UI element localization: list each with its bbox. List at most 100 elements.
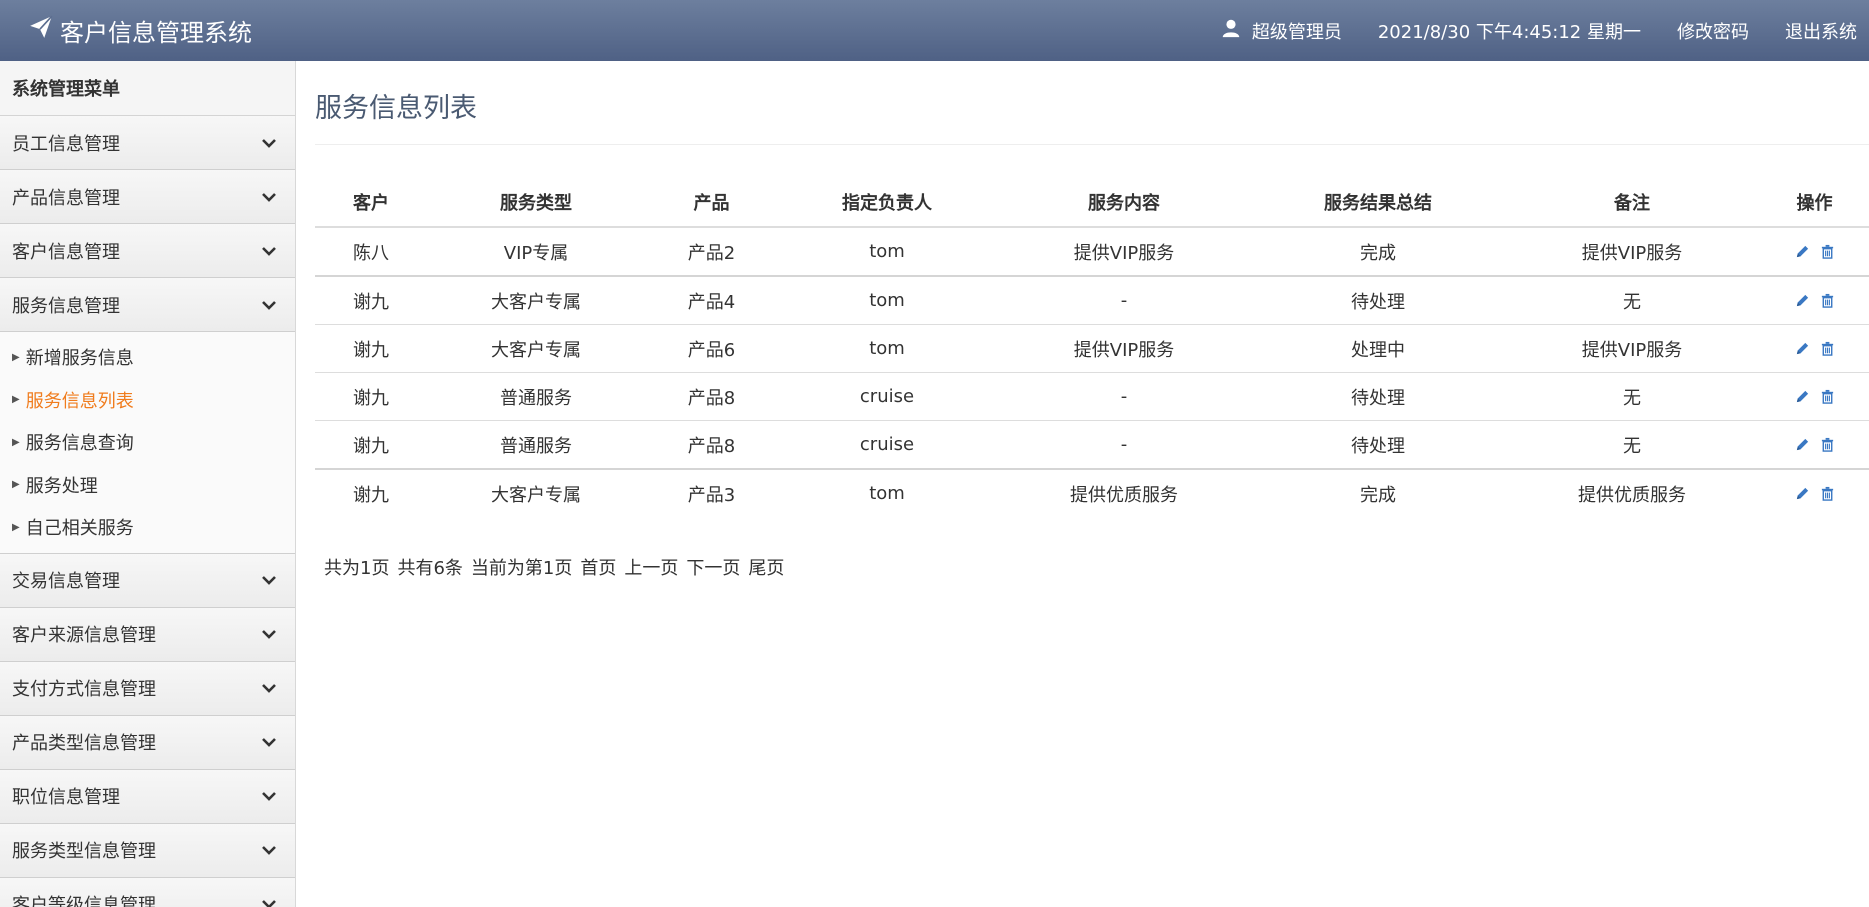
table-row: 陈八 VIP专属 产品2 tom 提供VIP服务 完成 提供VIP服务: [315, 227, 1869, 277]
table-cell: 陈八: [315, 227, 427, 277]
table-cell: tom: [778, 324, 996, 373]
chevron-down-icon: [261, 680, 277, 696]
menu-customer[interactable]: 客户信息管理: [0, 224, 295, 278]
chevron-down-icon: [261, 788, 277, 804]
menu-customer-level[interactable]: 客户等级信息管理: [0, 877, 295, 907]
trash-icon[interactable]: [1820, 389, 1835, 404]
submenu-service-handle[interactable]: ▶ 服务处理: [0, 464, 295, 507]
pager-next-link[interactable]: 下一页: [686, 554, 740, 580]
table-row: 谢九 普通服务 产品8 cruise - 待处理 无: [315, 420, 1869, 470]
menu-product-type[interactable]: 产品类型信息管理: [0, 715, 295, 770]
column-header: 备注: [1504, 178, 1760, 228]
menu-label: 职位信息管理: [12, 787, 120, 808]
pencil-icon[interactable]: [1795, 244, 1810, 259]
pagination: 共为1页 共有6条 当前为第1页 首页 上一页 下一页 尾页: [324, 554, 784, 580]
chevron-down-icon: [261, 135, 277, 151]
pager-first-link[interactable]: 首页: [580, 554, 616, 580]
table-cell: 大客户专属: [491, 484, 581, 506]
current-user[interactable]: 超级管理员: [1220, 17, 1342, 44]
submenu-label: 新增服务信息: [25, 348, 134, 370]
caret-right-icon: ▶: [12, 436, 20, 448]
table-cell: 谢九: [353, 484, 389, 506]
table-cell: 产品2: [645, 227, 778, 277]
submenu-add-service[interactable]: ▶ 新增服务信息: [0, 336, 295, 379]
chevron-down-icon: [261, 243, 277, 259]
menu-label: 支付方式信息管理: [12, 679, 156, 700]
chevron-down-icon: [261, 896, 277, 907]
submenu-service-list[interactable]: ▶ 服务信息列表: [0, 379, 295, 422]
menu-payment-method[interactable]: 支付方式信息管理: [0, 661, 295, 716]
table-cell: 待处理: [1252, 372, 1504, 421]
menu-label: 客户来源信息管理: [12, 625, 156, 646]
table-cell: 产品4: [645, 276, 778, 325]
trash-icon[interactable]: [1820, 341, 1835, 356]
menu-transaction[interactable]: 交易信息管理: [0, 553, 295, 608]
column-header: 服务内容: [996, 178, 1252, 228]
trash-icon[interactable]: [1820, 437, 1835, 452]
column-header: 服务类型: [427, 178, 645, 228]
menu-label: 交易信息管理: [12, 571, 120, 592]
table-cell: tom: [778, 276, 996, 325]
caret-right-icon: ▶: [12, 521, 20, 533]
table-cell: 提供优质服务: [1578, 484, 1686, 506]
menu-employee[interactable]: 员工信息管理: [0, 116, 295, 170]
column-header: 客户: [315, 178, 427, 228]
menu-label: 服务类型信息管理: [12, 841, 156, 862]
table-cell: 大客户专属: [427, 324, 645, 373]
table-cell: 处理中: [1252, 324, 1504, 373]
menu-service[interactable]: 服务信息管理: [0, 278, 295, 332]
column-header: 操作: [1760, 178, 1869, 228]
chevron-down-icon: [261, 189, 277, 205]
paper-plane-icon: [28, 14, 54, 46]
submenu-label: 服务信息查询: [25, 433, 134, 455]
table-cell: 谢九: [315, 420, 427, 470]
pencil-icon[interactable]: [1795, 437, 1810, 452]
pencil-icon[interactable]: [1795, 486, 1810, 501]
service-submenu: ▶ 新增服务信息 ▶ 服务信息列表 ▶ 服务信息查询 ▶ 服务处理 ▶ 自己相关…: [0, 332, 295, 554]
table-cell: -: [996, 372, 1252, 421]
table-cell: 完成: [1252, 227, 1504, 277]
menu-customer-source[interactable]: 客户来源信息管理: [0, 607, 295, 662]
trash-icon[interactable]: [1820, 244, 1835, 259]
table-cell: 普通服务: [427, 372, 645, 421]
submenu-service-query[interactable]: ▶ 服务信息查询: [0, 421, 295, 464]
app-title: 客户信息管理系统: [60, 18, 252, 47]
submenu-label: 服务处理: [25, 475, 98, 497]
table-cell: VIP专属: [427, 227, 645, 277]
menu-product[interactable]: 产品信息管理: [0, 170, 295, 224]
table-cell: -: [996, 276, 1252, 325]
submenu-own-services[interactable]: ▶ 自己相关服务: [0, 506, 295, 549]
table-row: 谢九 普通服务 产品8 cruise - 待处理 无: [315, 372, 1869, 421]
trash-icon[interactable]: [1820, 486, 1835, 501]
menu-service-type[interactable]: 服务类型信息管理: [0, 823, 295, 878]
table-cell: 谢九: [315, 372, 427, 421]
submenu-label: 自己相关服务: [25, 518, 134, 540]
table-cell: 提供VIP服务: [996, 227, 1252, 277]
actions-cell: [1760, 469, 1869, 517]
logout-link[interactable]: 退出系统: [1785, 18, 1857, 44]
table-cell: 大客户专属: [427, 276, 645, 325]
actions-cell: [1760, 227, 1869, 277]
trash-icon[interactable]: [1820, 293, 1835, 308]
chevron-down-icon: [261, 734, 277, 750]
caret-right-icon: ▶: [12, 394, 20, 406]
caret-right-icon: ▶: [12, 351, 20, 363]
table-header-row: 客户 服务类型 产品 指定负责人 服务内容 服务结果总结 备注 操作: [315, 178, 1869, 228]
menu-position[interactable]: 职位信息管理: [0, 769, 295, 824]
table-cell: tom: [869, 483, 905, 504]
pencil-icon[interactable]: [1795, 293, 1810, 308]
user-icon: [1220, 17, 1242, 44]
pager-last-link[interactable]: 尾页: [748, 554, 784, 580]
table-cell: 谢九: [315, 276, 427, 325]
pager-prev-link[interactable]: 上一页: [624, 554, 678, 580]
submenu-label: 服务信息列表: [25, 390, 134, 412]
pencil-icon[interactable]: [1795, 389, 1810, 404]
chevron-down-icon: [261, 842, 277, 858]
table-cell: 无: [1504, 420, 1760, 470]
change-password-link[interactable]: 修改密码: [1677, 18, 1749, 44]
table-cell: 完成: [1360, 484, 1396, 506]
table-cell: 无: [1504, 372, 1760, 421]
actions-cell: [1760, 420, 1869, 470]
sidebar-title: 系统管理菜单: [0, 61, 295, 116]
pencil-icon[interactable]: [1795, 341, 1810, 356]
